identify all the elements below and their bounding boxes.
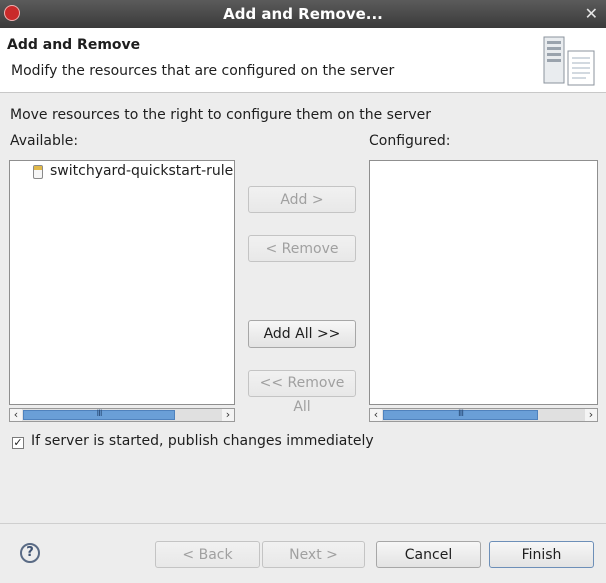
list-item[interactable]: switchyard-quickstart-rules- [50,163,233,179]
finish-button[interactable]: Finish [489,541,594,568]
scroll-right-icon[interactable]: › [222,409,234,421]
dialog-title: Add and Remove [7,37,141,53]
add-all-button[interactable]: Add All >> [248,320,356,348]
dialog-description: Modify the resources that are configured… [11,63,395,79]
scroll-thumb[interactable]: III [23,409,175,420]
server-config-icon [543,36,595,86]
help-icon[interactable]: ? [20,543,40,563]
add-button[interactable]: Add > [248,186,356,213]
scroll-thumb[interactable]: III [383,409,538,420]
jar-icon [33,165,43,179]
scroll-left-icon[interactable]: ‹ [370,409,382,421]
grip-icon: III [96,409,103,419]
cancel-button[interactable]: Cancel [376,541,481,568]
publish-checkbox-label[interactable]: If server is started, publish changes im… [31,433,374,449]
scroll-left-icon[interactable]: ‹ [10,409,22,421]
scroll-right-icon[interactable]: › [585,409,597,421]
grip-icon: III [458,409,464,419]
available-label: Available: [10,133,79,149]
back-button[interactable]: < Back [155,541,260,568]
window-title-bar: Add and Remove... ✕ [0,0,606,28]
remove-all-button[interactable]: << Remove All [248,370,356,415]
instructions-text: Move resources to the right to configure… [10,107,431,123]
close-icon[interactable]: ✕ [585,4,598,23]
publish-checkbox[interactable]: ✓ [12,437,24,449]
available-scrollbar[interactable]: ‹ III › [9,408,235,422]
footer-separator [0,523,606,524]
configured-scrollbar[interactable]: ‹ III › [369,408,598,422]
window-title: Add and Remove... [223,5,383,23]
available-list[interactable] [9,160,235,405]
dialog-header: Add and Remove Modify the resources that… [0,28,606,93]
configured-list[interactable] [369,160,598,405]
remove-button[interactable]: < Remove [248,235,356,262]
configured-label: Configured: [369,133,451,149]
next-button[interactable]: Next > [262,541,365,568]
